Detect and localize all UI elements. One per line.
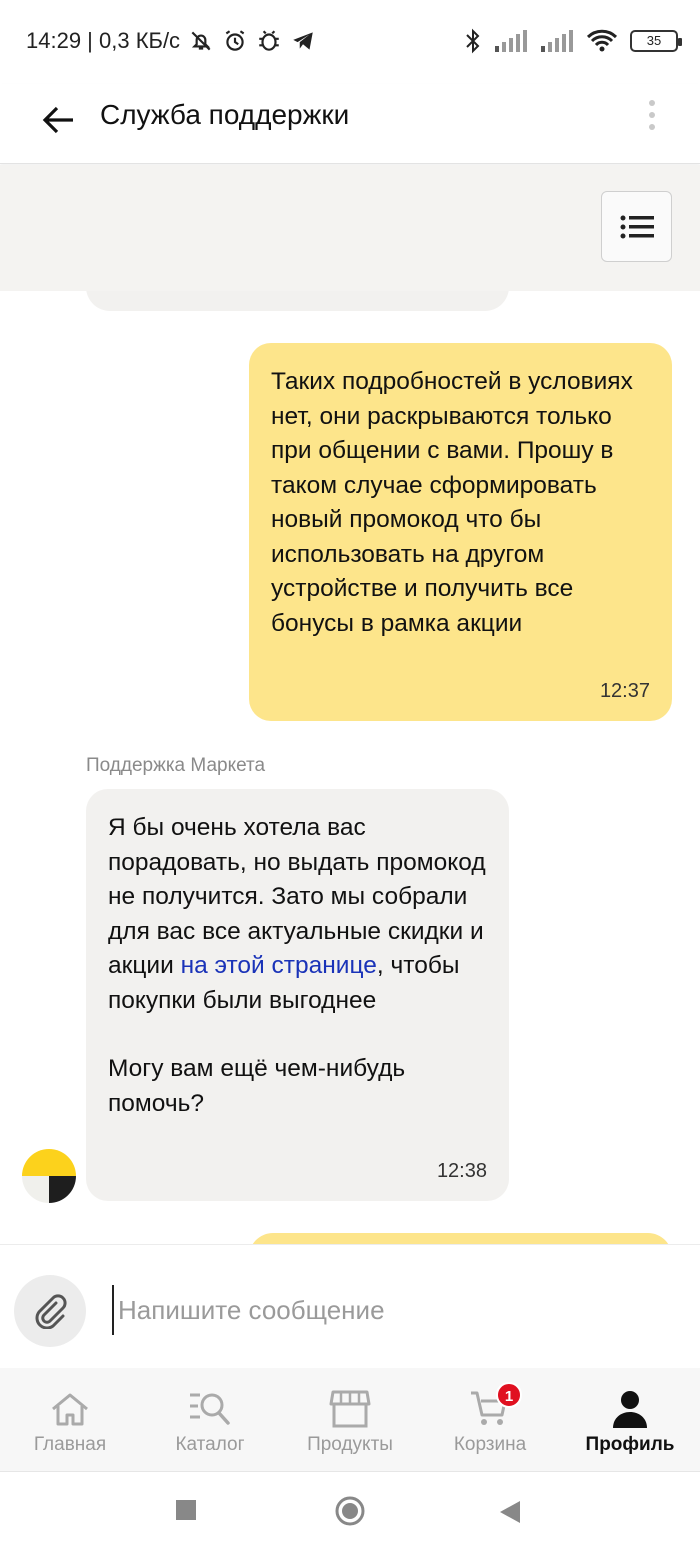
home-system-button[interactable] (334, 1495, 366, 1532)
catalog-search-icon (188, 1388, 232, 1430)
incoming-message-paragraph: Я бы очень хотела вас порадовать, но выд… (108, 811, 487, 1018)
wifi-icon (586, 29, 618, 52)
message-input[interactable] (112, 1285, 672, 1335)
more-options-icon[interactable] (642, 98, 662, 132)
previous-message-bubble (86, 291, 509, 311)
telegram-icon (293, 32, 313, 50)
recent-apps-button[interactable] (175, 1499, 197, 1526)
profile-icon (608, 1388, 652, 1430)
yandex-market-avatar-icon (22, 1149, 76, 1203)
nav-products[interactable]: Продукты (280, 1368, 420, 1472)
page-title: Служба поддержки (100, 99, 350, 130)
nav-home[interactable]: Главная (0, 1368, 140, 1472)
list-menu-icon (620, 215, 654, 238)
nav-catalog[interactable]: Каталог (140, 1368, 280, 1472)
signal-icon-2 (541, 30, 573, 52)
square-icon (176, 1500, 196, 1520)
nav-label-products: Продукты (307, 1434, 393, 1455)
bug-icon (259, 30, 279, 51)
triangle-back-icon (500, 1501, 520, 1523)
chat-top-band (0, 165, 700, 291)
status-time-speed: 14:29 | 0,3 КБ/с (26, 28, 181, 53)
support-avatar (22, 1149, 76, 1203)
message-composer (0, 1244, 700, 1368)
status-bar-right: 35 (464, 28, 682, 54)
incoming-message-bubble: Я бы очень хотела вас порадовать, но выд… (86, 789, 509, 1201)
cart-icon: 1 (468, 1382, 522, 1430)
paperclip-icon (35, 1294, 67, 1329)
cart-badge: 1 (496, 1382, 522, 1408)
nav-label-cart: Корзина (453, 1434, 527, 1455)
bottom-navigation: Главная Каталог Продукты 1 Корзина Профи… (0, 1368, 700, 1472)
bluetooth-icon (466, 28, 480, 54)
system-navigation-bar (0, 1473, 700, 1556)
back-system-button[interactable] (498, 1500, 522, 1529)
incoming-message-paragraph-2: Могу вам ещё чем-нибудь помочь? (108, 1055, 406, 1117)
nav-profile[interactable]: Профиль (560, 1368, 700, 1472)
status-bar-left: 14:29 | 0,3 КБ/с (26, 28, 316, 54)
arrow-left-icon (42, 106, 73, 134)
nav-label-profile: Профиль (585, 1434, 675, 1455)
status-bar: 14:29 | 0,3 КБ/с 35 (0, 0, 700, 84)
nav-cart[interactable]: 1 Корзина (420, 1368, 560, 1472)
message-time: 12:37 (599, 680, 650, 702)
back-button[interactable] (34, 96, 82, 144)
chat-area[interactable]: Таких подробностей в условиях нет, они р… (0, 291, 700, 1244)
sender-name: Поддержка Маркета (86, 755, 266, 776)
store-icon (328, 1388, 372, 1430)
promo-page-link[interactable]: на этой странице (181, 952, 377, 979)
attach-button[interactable] (14, 1275, 86, 1347)
alarm-icon (225, 30, 245, 51)
nav-label-home: Главная (33, 1434, 107, 1455)
outgoing-message-text: Таких подробностей в условиях нет, они р… (271, 368, 633, 637)
next-message-bubble (249, 1233, 672, 1244)
menu-button[interactable] (601, 191, 672, 262)
battery-indicator: 35 (630, 30, 682, 52)
app-header: Служба поддержки (0, 84, 700, 164)
circle-icon (335, 1496, 365, 1526)
home-icon (48, 1388, 92, 1430)
outgoing-message-bubble: Таких подробностей в условиях нет, они р… (249, 343, 672, 721)
signal-icon (495, 30, 527, 52)
mute-bell-icon (191, 31, 211, 51)
nav-label-catalog: Каталог (175, 1434, 245, 1455)
message-time: 12:38 (436, 1160, 487, 1182)
